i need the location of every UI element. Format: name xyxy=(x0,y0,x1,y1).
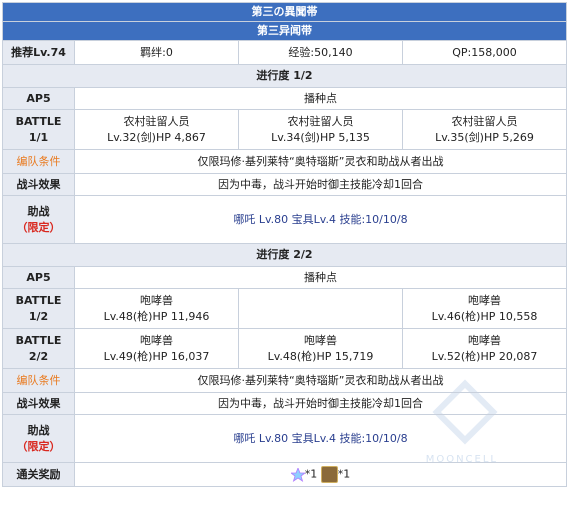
support-label: 助战（限定） xyxy=(2,195,75,244)
ap-value: 播种点 xyxy=(74,87,567,110)
enemy-stats: Lv.35(剑)HP 5,269 xyxy=(435,130,534,144)
reward-items: *1 *1 xyxy=(74,462,567,487)
reward-count: *1 xyxy=(304,467,318,481)
enemy-name: 农村驻留人员 xyxy=(451,114,518,128)
bond-value: 羁绊:0 xyxy=(74,40,239,65)
support-servant-link[interactable]: 哪吒 Lv.80 宝具Lv.4 技能:10/10/8 xyxy=(74,414,567,463)
support-servant-link[interactable]: 哪吒 Lv.80 宝具Lv.4 技能:10/10/8 xyxy=(74,195,567,244)
header-title-cn: 第三异闻带 xyxy=(2,21,567,41)
enemy-cell: 咆哮兽 Lv.46(枪)HP 10,558 xyxy=(402,288,567,329)
enemy-name: 咆哮兽 xyxy=(140,293,173,307)
enemy-cell: 咆哮兽 Lv.52(枪)HP 20,087 xyxy=(402,328,567,369)
enemy-name: 咆哮兽 xyxy=(304,333,337,347)
formation-text: 仅限玛修·基列莱特“奥特瑙斯”灵衣和助战从者出战 xyxy=(74,149,567,174)
progress-2-title: 进行度 2/2 xyxy=(2,243,567,267)
enemy-stats: Lv.46(枪)HP 10,558 xyxy=(431,309,538,323)
enemy-stats: Lv.48(枪)HP 15,719 xyxy=(267,349,374,363)
ap-value: 播种点 xyxy=(74,266,567,289)
support-limited: （限定） xyxy=(16,439,61,453)
enemy-cell-empty xyxy=(238,288,403,329)
qp-value: QP:158,000 xyxy=(402,40,567,65)
battle-label: BATTLE 1/1 xyxy=(2,109,75,150)
enemy-cell: 农村驻留人员 Lv.35(剑)HP 5,269 xyxy=(402,109,567,150)
enemy-stats: Lv.32(剑)HP 4,867 xyxy=(107,130,206,144)
enemy-stats: Lv.48(枪)HP 11,946 xyxy=(103,309,210,323)
reward-label: 通关奖励 xyxy=(2,462,75,487)
ap-label: AP5 xyxy=(2,266,75,289)
exp-value: 经验:50,140 xyxy=(238,40,403,65)
support-limited: （限定） xyxy=(16,220,61,234)
formation-text: 仅限玛修·基列莱特“奥特瑙斯”灵衣和助战从者出战 xyxy=(74,368,567,393)
enemy-name: 农村驻留人员 xyxy=(287,114,354,128)
enemy-stats: Lv.52(枪)HP 20,087 xyxy=(431,349,538,363)
enemy-name: 咆哮兽 xyxy=(468,333,501,347)
battle-label: BATTLE 1/2 xyxy=(2,288,75,329)
header-title-jp: 第三の異聞帯 xyxy=(2,2,567,22)
progress-1-title: 进行度 1/2 xyxy=(2,64,567,88)
quest-table: 第三の異聞帯 第三异闻带 推荐Lv.74 羁绊:0 经验:50,140 QP:1… xyxy=(2,2,567,487)
formation-label[interactable]: 编队条件 xyxy=(2,368,75,393)
enemy-stats: Lv.34(剑)HP 5,135 xyxy=(271,130,370,144)
enemy-name: 农村驻留人员 xyxy=(123,114,190,128)
battle-effect-text: 因为中毒，战斗开始时御主技能冷却1回合 xyxy=(74,392,567,415)
formation-label[interactable]: 编队条件 xyxy=(2,149,75,174)
battle-effect-label: 战斗效果 xyxy=(2,173,75,196)
enemy-name: 咆哮兽 xyxy=(140,333,173,347)
reward-count: *1 xyxy=(337,467,351,481)
ap-label: AP5 xyxy=(2,87,75,110)
enemy-cell: 咆哮兽 Lv.49(枪)HP 16,037 xyxy=(74,328,239,369)
enemy-cell: 农村驻留人员 Lv.34(剑)HP 5,135 xyxy=(238,109,403,150)
battle-effect-text: 因为中毒，战斗开始时御主技能冷却1回合 xyxy=(74,173,567,196)
enemy-stats: Lv.49(枪)HP 16,037 xyxy=(103,349,210,363)
enemy-name: 咆哮兽 xyxy=(468,293,501,307)
support-label: 助战（限定） xyxy=(2,414,75,463)
material-item-icon[interactable] xyxy=(320,466,338,483)
saint-quartz-icon[interactable] xyxy=(289,466,306,482)
battle-label: BATTLE 2/2 xyxy=(2,328,75,369)
battle-effect-label: 战斗效果 xyxy=(2,392,75,415)
enemy-cell: 咆哮兽 Lv.48(枪)HP 15,719 xyxy=(238,328,403,369)
recommend-level: 推荐Lv.74 xyxy=(2,40,75,65)
enemy-cell: 农村驻留人员 Lv.32(剑)HP 4,867 xyxy=(74,109,239,150)
enemy-cell: 咆哮兽 Lv.48(枪)HP 11,946 xyxy=(74,288,239,329)
